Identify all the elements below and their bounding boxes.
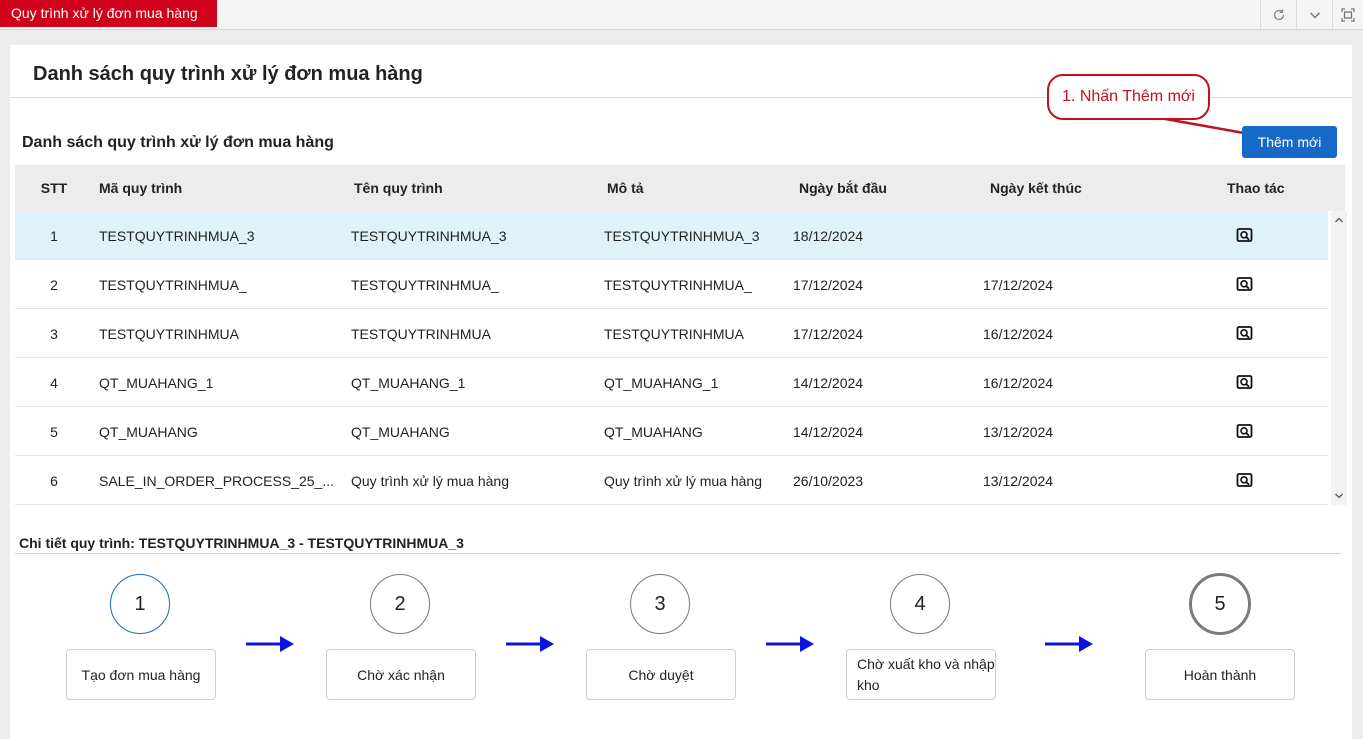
table-row[interactable]: 5 QT_MUAHANG QT_MUAHANG QT_MUAHANG 14/12… xyxy=(15,407,1328,456)
header-stt: STT xyxy=(40,180,68,196)
cell-ketthuc: 13/12/2024 xyxy=(983,473,1054,489)
cell-mota: QT_MUAHANG_1 xyxy=(604,375,719,391)
cell-ten: Quy trình xử lý mua hàng xyxy=(351,473,509,489)
cell-ketthuc: 16/12/2024 xyxy=(983,375,1054,391)
step-2-circle: 2 xyxy=(370,574,430,634)
tab-quy-trinh[interactable]: Quy trình xử lý đơn mua hàng xyxy=(0,0,217,27)
cell-ma: TESTQUYTRINHMUA xyxy=(99,326,239,342)
cell-stt: 2 xyxy=(50,277,58,293)
cell-ma: SALE_IN_ORDER_PROCESS_25_... xyxy=(99,473,334,489)
cell-mota: Quy trình xử lý mua hàng xyxy=(604,473,762,489)
cell-ketthuc: 13/12/2024 xyxy=(983,424,1054,440)
table-row[interactable]: 4 QT_MUAHANG_1 QT_MUAHANG_1 QT_MUAHANG_1… xyxy=(15,358,1328,407)
step-4-circle: 4 xyxy=(890,574,950,634)
cell-ma: QT_MUAHANG_1 xyxy=(99,375,214,391)
cell-mota: QT_MUAHANG xyxy=(604,424,703,440)
header-ten: Tên quy trình xyxy=(354,180,443,196)
cell-mota: TESTQUYTRINHMUA xyxy=(604,326,744,342)
view-detail-icon[interactable] xyxy=(1236,325,1276,342)
cell-mota: TESTQUYTRINHMUA_ xyxy=(604,277,752,293)
step-5-circle: 5 xyxy=(1189,573,1251,635)
detail-divider xyxy=(15,553,1340,554)
step-5-label: Hoàn thành xyxy=(1145,649,1295,700)
main-panel: Danh sách quy trình xử lý đơn mua hàng D… xyxy=(10,45,1352,739)
fullscreen-button[interactable] xyxy=(1332,0,1363,30)
top-tab-bar: Quy trình xử lý đơn mua hàng xyxy=(0,0,1363,30)
cell-batdau: 14/12/2024 xyxy=(793,424,864,440)
cell-ten: QT_MUAHANG xyxy=(351,424,450,440)
cell-stt: 3 xyxy=(50,326,58,342)
table-row[interactable]: 1 TESTQUYTRINHMUA_3 TESTQUYTRINHMUA_3 TE… xyxy=(15,211,1328,260)
header-thaotac: Thao tác xyxy=(1227,180,1285,196)
cell-ten: TESTQUYTRINHMUA_ xyxy=(351,277,499,293)
cell-batdau: 17/12/2024 xyxy=(793,326,864,342)
cell-batdau: 26/10/2023 xyxy=(793,473,864,489)
cell-batdau: 17/12/2024 xyxy=(793,277,864,293)
step-1-circle: 1 xyxy=(110,574,170,634)
cell-ma: TESTQUYTRINHMUA_3 xyxy=(99,228,255,244)
table-header: STT Mã quy trình Tên quy trình Mô tả Ngà… xyxy=(15,165,1345,211)
table-row[interactable]: 3 TESTQUYTRINHMUA TESTQUYTRINHMUA TESTQU… xyxy=(15,309,1328,358)
section-title: Danh sách quy trình xử lý đơn mua hàng xyxy=(22,134,334,151)
view-detail-icon[interactable] xyxy=(1236,276,1276,293)
table-scrollbar[interactable] xyxy=(1331,211,1347,505)
add-new-button[interactable]: Thêm mới xyxy=(1242,126,1337,158)
cell-stt: 6 xyxy=(50,473,58,489)
view-detail-icon[interactable] xyxy=(1236,423,1276,440)
step-2-label: Chờ xác nhận xyxy=(326,649,476,700)
cell-stt: 5 xyxy=(50,424,58,440)
step-1-label: Tạo đơn mua hàng xyxy=(66,649,216,700)
arrow-right-icon xyxy=(506,636,554,652)
refresh-button[interactable] xyxy=(1260,0,1296,30)
process-table: STT Mã quy trình Tên quy trình Mô tả Ngà… xyxy=(15,165,1347,505)
arrow-right-icon xyxy=(246,636,294,652)
cell-batdau: 18/12/2024 xyxy=(793,228,864,244)
cell-stt: 4 xyxy=(50,375,58,391)
cell-ten: QT_MUAHANG_1 xyxy=(351,375,466,391)
cell-ten: TESTQUYTRINHMUA_3 xyxy=(351,228,507,244)
annotation-callout: 1. Nhấn Thêm mới xyxy=(1047,74,1210,120)
step-3-circle: 3 xyxy=(630,574,690,634)
cell-ketthuc: 17/12/2024 xyxy=(983,277,1054,293)
step-4-label: Chờ xuất kho và nhập kho xyxy=(846,649,996,700)
arrow-right-icon xyxy=(766,636,814,652)
cell-ma: TESTQUYTRINHMUA_ xyxy=(99,277,247,293)
cell-ma: QT_MUAHANG xyxy=(99,424,198,440)
table-body: 1 TESTQUYTRINHMUA_3 TESTQUYTRINHMUA_3 TE… xyxy=(15,211,1345,505)
table-row[interactable]: 2 TESTQUYTRINHMUA_ TESTQUYTRINHMUA_ TEST… xyxy=(15,260,1328,309)
header-batdau: Ngày bắt đầu xyxy=(799,180,887,196)
view-detail-icon[interactable] xyxy=(1236,374,1276,391)
cell-ketthuc: 16/12/2024 xyxy=(983,326,1054,342)
view-detail-icon[interactable] xyxy=(1236,227,1276,244)
view-detail-icon[interactable] xyxy=(1236,472,1276,489)
header-mota: Mô tả xyxy=(607,180,644,196)
fullscreen-icon xyxy=(1341,8,1355,22)
cell-mota: TESTQUYTRINHMUA_3 xyxy=(604,228,760,244)
cell-stt: 1 xyxy=(50,228,58,244)
detail-title: Chi tiết quy trình: TESTQUYTRINHMUA_3 - … xyxy=(19,535,464,551)
page-title: Danh sách quy trình xử lý đơn mua hàng xyxy=(33,63,423,85)
scroll-down-icon[interactable] xyxy=(1334,491,1344,501)
step-3-label: Chờ duyệt xyxy=(586,649,736,700)
header-ma: Mã quy trình xyxy=(99,180,183,196)
scroll-up-icon[interactable] xyxy=(1334,215,1344,225)
collapse-button[interactable] xyxy=(1296,0,1332,30)
chevron-down-icon xyxy=(1309,12,1320,19)
cell-ten: TESTQUYTRINHMUA xyxy=(351,326,491,342)
refresh-icon xyxy=(1273,9,1284,21)
cell-batdau: 14/12/2024 xyxy=(793,375,864,391)
header-ketthuc: Ngày kết thúc xyxy=(990,180,1082,196)
table-row[interactable]: 6 SALE_IN_ORDER_PROCESS_25_... Quy trình… xyxy=(15,456,1328,505)
arrow-right-icon xyxy=(1045,636,1093,652)
